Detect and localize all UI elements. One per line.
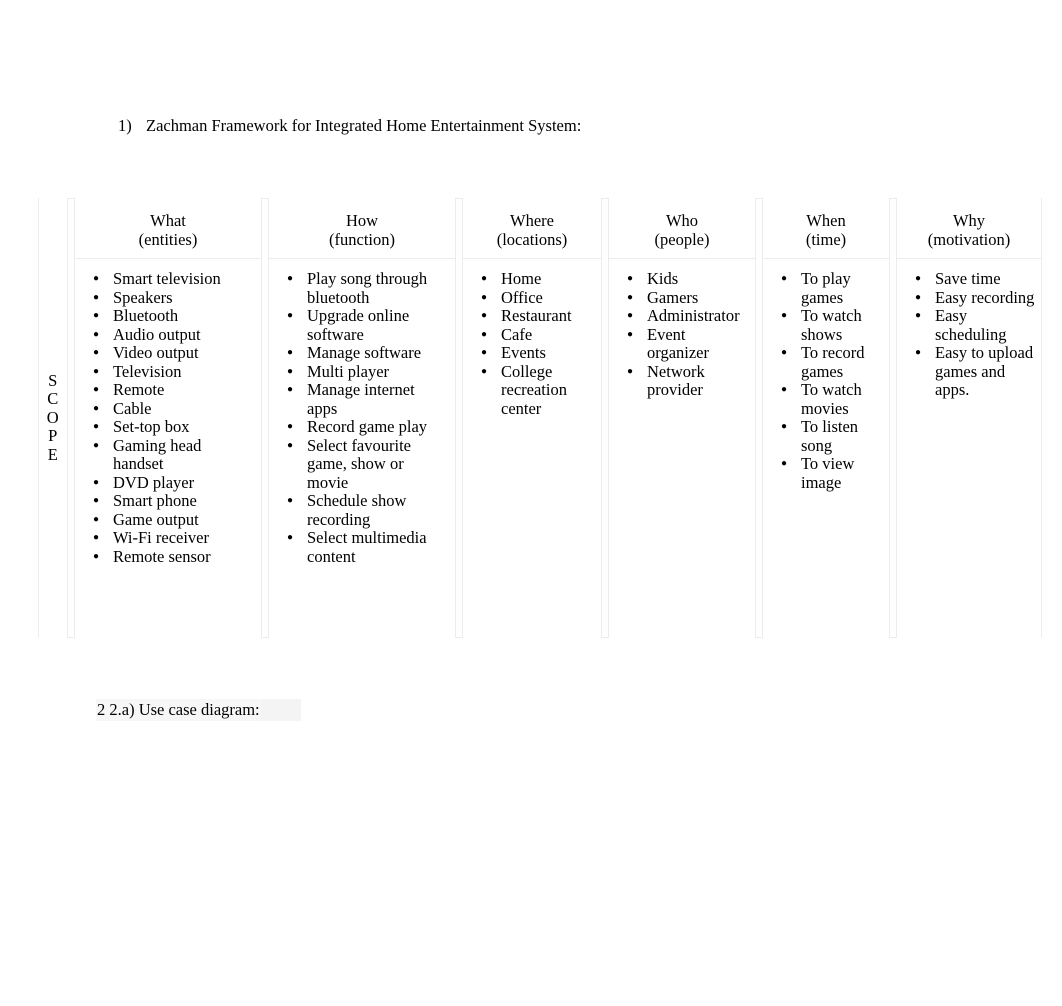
table-column-who: Who (people) Kids Gamers Administrator E… [608,198,756,638]
scope-label-stack: S C O P E [46,370,60,465]
column-body-when: To play games To watch shows To record g… [763,259,889,500]
page-heading: 1) Zachman Framework for Integrated Home … [118,114,581,138]
list-what: Smart television Speakers Bluetooth Audi… [81,269,255,566]
list-item: Set-top box [81,417,255,436]
list-item: To watch movies [769,380,883,418]
table-column-where: Where (locations) Home Office Restaurant… [462,198,602,638]
list-item: Remote [81,380,255,399]
list-item: To view image [769,454,883,492]
column-header-where: Where (locations) [463,198,601,259]
list-item: To record games [769,343,883,381]
document-page: 1) Zachman Framework for Integrated Home … [0,0,1062,1006]
list-item: Smart television [81,269,255,288]
table-column-when: When (time) To play games To watch shows… [762,198,890,638]
list-item: Upgrade online software [275,306,449,344]
column-header-when: When (time) [763,198,889,259]
list-how: Play song through bluetooth Upgrade onli… [275,269,449,566]
list-item: To listen song [769,417,883,455]
list-item: Speakers [81,288,255,307]
list-item: Easy recording [903,288,1035,307]
list-item: Cable [81,399,255,418]
column-title-where: Where [510,211,554,230]
list-item: Home [469,269,595,288]
list-item: Select multimedia content [275,528,449,566]
list-item: Kids [615,269,749,288]
column-header-what: What (entities) [75,198,261,259]
list-why: Save time Easy recording Easy scheduling… [903,269,1035,400]
list-item: Multi player [275,362,449,381]
list-item: Restaurant [469,306,595,325]
list-item: Audio output [81,325,255,344]
list-item: Remote sensor [81,547,255,566]
column-title-when: When [806,211,846,230]
list-item: Office [469,288,595,307]
list-item: Video output [81,343,255,362]
list-where: Home Office Restaurant Cafe Events Colle… [469,269,595,419]
section-subheading: 2 2.a) Use case diagram: [96,699,301,721]
list-item: Game output [81,510,255,529]
table-column-why: Why (motivation) Save time Easy recordin… [896,198,1042,638]
column-subtitle-what: (entities) [138,229,198,249]
list-item: College recreation center [469,362,595,419]
list-item: Smart phone [81,491,255,510]
column-title-what: What [150,211,186,230]
list-item: Network provider [615,362,749,400]
column-body-what: Smart television Speakers Bluetooth Audi… [75,259,261,574]
list-item: Event organizer [615,325,749,363]
list-item: Select favourite game, show or movie [275,436,449,493]
list-item: Gamers [615,288,749,307]
list-item: Manage software [275,343,449,362]
table-column-how: How (function) Play song through bluetoo… [268,198,456,638]
list-when: To play games To watch shows To record g… [769,269,883,492]
list-item: Gaming head handset [81,436,255,474]
list-item: Wi-Fi receiver [81,528,255,547]
list-item: Save time [903,269,1035,288]
list-item: To watch shows [769,306,883,344]
list-item: Easy scheduling [903,306,1035,344]
zachman-framework-table: S C O P E What (entities) Smart televisi… [38,198,1042,638]
column-subtitle-when: (time) [805,229,847,249]
column-subtitle-who: (people) [654,229,710,249]
column-title-why: Why [952,211,986,230]
column-header-how: How (function) [269,198,455,259]
list-who: Kids Gamers Administrator Event organize… [615,269,749,400]
column-header-who: Who (people) [609,198,755,259]
scope-letter-c: C [47,389,59,409]
list-item: Cafe [469,325,595,344]
list-item: Play song through bluetooth [275,269,449,307]
scope-letter-s: S [48,370,58,390]
list-item: Record game play [275,417,449,436]
scope-letter-o: O [46,407,60,427]
table-row-label-scope: S C O P E [38,198,68,638]
list-item: Schedule show recording [275,491,449,529]
list-item: Administrator [615,306,749,325]
scope-letter-e: E [47,444,59,464]
column-body-why: Save time Easy recording Easy scheduling… [897,259,1041,408]
heading-text: Zachman Framework for Integrated Home En… [146,116,582,135]
list-item: Easy to upload games and apps. [903,343,1035,400]
list-item: Manage internet apps [275,380,449,418]
subheading-text: 2 2.a) Use case diagram: [96,699,261,721]
column-title-who: Who [665,211,699,230]
column-subtitle-why: (motivation) [927,229,1011,249]
column-body-where: Home Office Restaurant Cafe Events Colle… [463,259,601,426]
column-title-how: How [345,211,379,230]
column-body-how: Play song through bluetooth Upgrade onli… [269,259,455,574]
list-item: Television [81,362,255,381]
list-item: Events [469,343,595,362]
column-subtitle-where: (locations) [496,229,568,249]
column-body-who: Kids Gamers Administrator Event organize… [609,259,755,408]
scope-letter-p: P [48,426,58,446]
list-item: DVD player [81,473,255,492]
list-item: Bluetooth [81,306,255,325]
heading-number: 1) [118,116,132,135]
list-item: To play games [769,269,883,307]
table-column-what: What (entities) Smart television Speaker… [74,198,262,638]
column-header-why: Why (motivation) [897,198,1041,259]
column-subtitle-how: (function) [329,229,395,249]
